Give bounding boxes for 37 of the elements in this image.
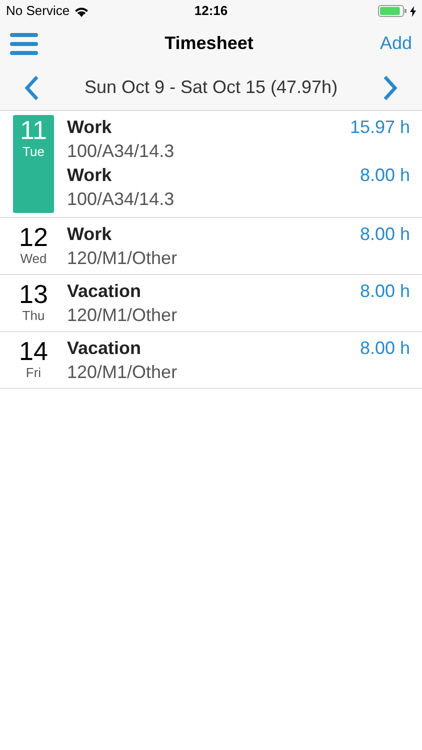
entry-type: Work: [67, 164, 113, 187]
battery-icon: [378, 5, 408, 17]
entry-code: 100/A34/14.3: [67, 140, 174, 163]
clock-time: 12:16: [194, 2, 228, 20]
charging-icon: [410, 6, 416, 16]
add-button[interactable]: Add: [380, 30, 412, 57]
weekday-label: Tue: [22, 145, 44, 159]
entry-hours: 8.00 h: [360, 223, 410, 246]
entry-hours: 15.97 h: [350, 116, 410, 139]
nav-title: Timesheet: [164, 32, 254, 55]
chevron-right-icon: [382, 74, 398, 100]
weekday-label: Thu: [22, 309, 45, 323]
entry-type: Vacation: [67, 280, 142, 303]
entry-type: Work: [67, 223, 113, 246]
day-badge[interactable]: 14 Fri: [13, 336, 54, 384]
menu-button[interactable]: [10, 32, 38, 56]
weekday-label: Fri: [26, 366, 42, 380]
entry-code: 120/M1/Other: [67, 361, 178, 384]
entry-hours: 8.00 h: [360, 337, 410, 360]
entry-type: Work: [67, 116, 113, 139]
day-number: 11: [20, 115, 47, 145]
week-range: Sun Oct 9 - Sat Oct 15 (47.97h): [84, 76, 338, 99]
chevron-left-icon: [24, 74, 40, 100]
entry-code: 120/M1/Other: [67, 247, 178, 270]
entry-type: Vacation: [67, 337, 142, 360]
day-badge[interactable]: 13 Thu: [13, 279, 54, 327]
wifi-icon: [74, 6, 89, 16]
day-number: 12: [19, 222, 48, 252]
entry-hours: 8.00 h: [360, 164, 410, 187]
day-number: 13: [19, 279, 48, 309]
entry-code: 100/A34/14.3: [67, 188, 174, 211]
weekday-label: Wed: [20, 252, 47, 266]
day-number: 14: [19, 336, 48, 366]
carrier-label: No Service: [6, 2, 70, 20]
entry-hours: 8.00 h: [360, 280, 410, 303]
day-badge[interactable]: 12 Wed: [13, 222, 54, 270]
entry-code: 120/M1/Other: [67, 304, 178, 327]
